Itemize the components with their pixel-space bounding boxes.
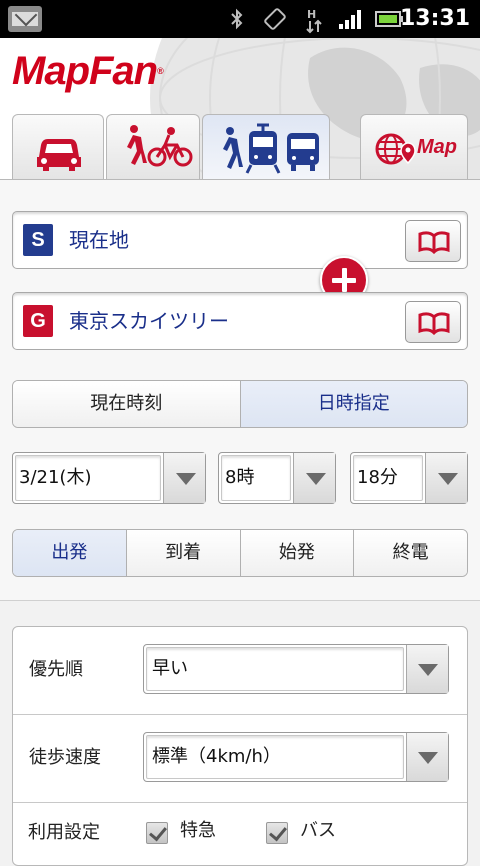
time-mode-specify[interactable]: 日時指定 (240, 381, 467, 427)
rotation-icon (262, 8, 288, 30)
minute-value: 18分 (357, 467, 398, 488)
tab-map-label: Map (417, 136, 457, 158)
svg-text:H: H (307, 8, 316, 21)
usage-label: 利用設定 (28, 822, 100, 843)
walk-speed-label: 徒歩速度 (29, 747, 101, 768)
start-field[interactable]: S 現在地 (12, 211, 468, 269)
walk-bike-icon (127, 125, 193, 167)
date-select[interactable]: 3/21(木) (12, 452, 206, 504)
transit-icon (223, 123, 319, 174)
hour-select[interactable]: 8時 (218, 452, 336, 504)
signal-icon (338, 8, 364, 30)
start-badge: S (23, 224, 53, 256)
hspa-data-icon: H (304, 8, 324, 34)
tab-map[interactable]: Map (360, 114, 468, 180)
chevron-down-icon[interactable] (293, 453, 335, 503)
direction-last-train[interactable]: 終電 (354, 530, 467, 576)
time-mode-selector: 現在時刻 日時指定 (12, 380, 468, 428)
chevron-down-icon[interactable] (406, 645, 448, 693)
direction-selector: 出発 到着 始発 終電 (12, 529, 468, 577)
priority-label: 優先順 (29, 659, 83, 680)
direction-first-train[interactable]: 始発 (240, 530, 355, 576)
chevron-down-icon[interactable] (406, 733, 448, 781)
hour-value: 8時 (225, 467, 255, 488)
chevron-down-icon[interactable] (425, 453, 467, 503)
tab-transit[interactable] (202, 114, 330, 180)
express-label: 特急 (180, 820, 216, 841)
priority-value: 早い (152, 658, 188, 679)
book-icon (418, 312, 450, 335)
tab-walk-bike[interactable] (106, 114, 200, 180)
walk-speed-value: 標準（4km/h） (152, 746, 281, 767)
bluetooth-icon (228, 8, 246, 30)
date-value: 3/21(木) (19, 467, 92, 488)
walk-speed-select[interactable]: 標準（4km/h） (143, 732, 449, 782)
priority-row: 優先順 早い (13, 627, 467, 715)
bus-checkbox[interactable] (266, 822, 288, 844)
start-label: 現在地 (69, 228, 129, 252)
minute-select[interactable]: 18分 (350, 452, 468, 504)
goal-bookmark-button[interactable] (405, 301, 461, 343)
walk-speed-row: 徒歩速度 標準（4km/h） (13, 715, 467, 803)
direction-depart[interactable]: 出発 (13, 530, 127, 576)
time-mode-now[interactable]: 現在時刻 (13, 381, 241, 427)
clock: 13:31 (399, 6, 470, 31)
goal-label: 東京スカイツリー (69, 309, 229, 333)
goal-badge: G (23, 305, 53, 337)
status-bar: H 13:31 (0, 0, 480, 38)
mode-tabs: Map (0, 114, 480, 180)
bus-label: バス (300, 820, 336, 841)
tab-car[interactable] (12, 114, 104, 180)
direction-arrive[interactable]: 到着 (126, 530, 241, 576)
book-icon (418, 231, 450, 254)
priority-select[interactable]: 早い (143, 644, 449, 694)
express-checkbox[interactable] (146, 822, 168, 844)
car-icon (37, 139, 81, 171)
start-bookmark-button[interactable] (405, 220, 461, 262)
mapfan-logo: MapFan® (12, 49, 164, 93)
goal-field[interactable]: G 東京スカイツリー (12, 292, 468, 350)
mail-notification-icon (8, 6, 42, 32)
app-header: MapFan® Map (0, 38, 480, 180)
map-pin-icon (375, 133, 416, 165)
chevron-down-icon[interactable] (163, 453, 205, 503)
